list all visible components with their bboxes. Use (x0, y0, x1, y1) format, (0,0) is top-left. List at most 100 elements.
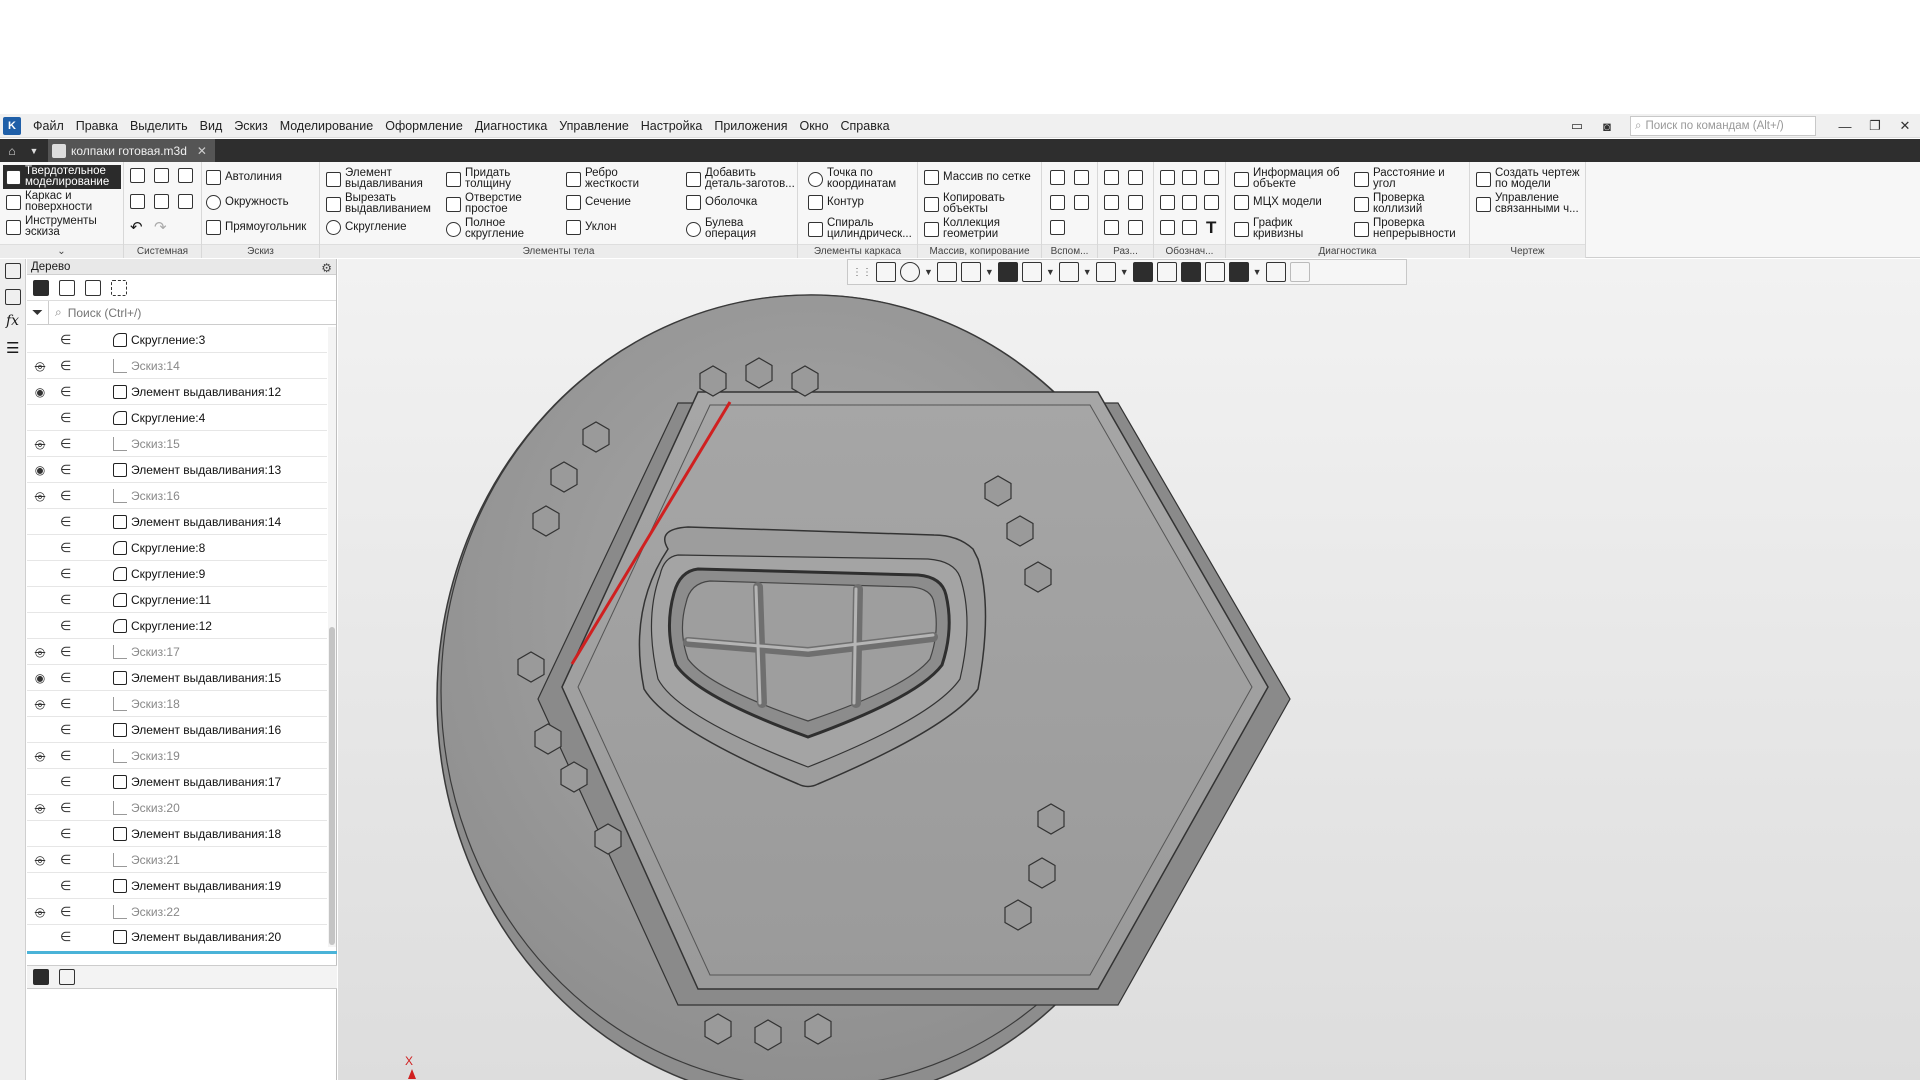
layers-panel-icon[interactable]: ☰ (6, 339, 19, 357)
menu-item[interactable]: Вид (194, 114, 229, 138)
save-all-icon[interactable] (178, 194, 193, 209)
tree-row[interactable]: ◉ ∈ Элемент выдавливания:12 (27, 379, 327, 405)
ribbon-expand-icon[interactable]: ⌄ (0, 244, 123, 258)
point-by-coords-button[interactable]: Точка по координатам (808, 167, 896, 190)
diameter-size-icon[interactable] (1128, 170, 1143, 185)
roughness-icon[interactable] (1204, 170, 1219, 185)
tree-row[interactable]: ◎ ∈ Эскиз:17 (27, 639, 327, 665)
restore-button[interactable]: ❐ (1860, 114, 1890, 138)
shell-button[interactable]: Оболочка (686, 195, 757, 210)
manage-linked-button[interactable]: Управление связанными ч... (1476, 192, 1579, 215)
menu-item[interactable]: Приложения (708, 114, 793, 138)
tree-row[interactable]: ∈ Скругление:12 (27, 613, 327, 639)
tree-row[interactable]: ∈ Скругление:3 (27, 327, 327, 353)
close-window-button[interactable]: ✕ (1890, 114, 1920, 138)
menu-item[interactable]: Оформление (379, 114, 469, 138)
copy-objects-button[interactable]: Копировать объекты (924, 192, 1005, 215)
plane-icon[interactable] (1050, 170, 1065, 185)
rib-button[interactable]: Ребро жесткости (566, 167, 639, 190)
menu-item[interactable]: Управление (553, 114, 635, 138)
layout-icon[interactable]: ▭ (1562, 114, 1592, 138)
menu-item[interactable]: Файл (27, 114, 70, 138)
mode-solid-modeling[interactable]: Твердотельное моделирование (3, 165, 121, 189)
eye-hidden-icon[interactable]: ◎ (32, 905, 48, 919)
grid-array-button[interactable]: Массив по сетке (924, 170, 1031, 185)
menu-item[interactable]: Справка (835, 114, 896, 138)
eye-icon[interactable]: ◉ (32, 385, 48, 399)
continuity-check-button[interactable]: Проверка непрерывности (1354, 217, 1456, 240)
eye-hidden-icon[interactable]: ◎ (32, 359, 48, 373)
eye-hidden-icon[interactable]: ◎ (32, 697, 48, 711)
tree-row[interactable]: ◎ ∈ Эскиз:22 (27, 899, 327, 925)
mode-sketch-tools[interactable]: Инструменты эскиза (3, 215, 121, 239)
simple-hole-button[interactable]: Отверстие простое (446, 192, 522, 215)
tree-scrollbar[interactable] (328, 327, 336, 947)
redo-icon[interactable]: ↷ (154, 218, 167, 236)
draft-button[interactable]: Уклон (566, 220, 617, 235)
tree-panel-icon[interactable] (5, 263, 21, 279)
minimize-button[interactable]: — (1830, 114, 1860, 138)
tree-row[interactable]: ∈ Элемент выдавливания:17 (27, 769, 327, 795)
menu-item[interactable]: Эскиз (228, 114, 273, 138)
contour-button[interactable]: Контур (808, 195, 864, 210)
tree-row[interactable]: ∈ Скругление:9 (27, 561, 327, 587)
eye-hidden-icon[interactable]: ◎ (32, 853, 48, 867)
section-button[interactable]: Сечение (566, 195, 631, 210)
tree-row[interactable]: ◎ ∈ Эскиз:16 (27, 483, 327, 509)
leader-icon[interactable] (1160, 170, 1175, 185)
extrude-button[interactable]: Элемент выдавливания (326, 167, 423, 190)
mark-icon[interactable] (1182, 195, 1197, 210)
tree-hierarchy-icon[interactable] (59, 279, 75, 296)
base-icon[interactable] (1182, 170, 1197, 185)
tree-scrollbar-thumb[interactable] (329, 627, 335, 945)
variables-panel-icon[interactable]: fx (6, 313, 19, 329)
3d-model[interactable] (338, 259, 1920, 1080)
distance-angle-button[interactable]: Расстояние и угол (1354, 167, 1445, 190)
tree-row[interactable]: ◎ ∈ Эскиз:21 (27, 847, 327, 873)
eye-hidden-icon[interactable]: ◎ (32, 437, 48, 451)
tree-row[interactable]: ∈ Скругление:8 (27, 535, 327, 561)
menu-item[interactable]: Выделить (124, 114, 194, 138)
eye-icon[interactable]: ◉ (32, 463, 48, 477)
tree-row[interactable]: ∈ Элемент выдавливания:20 (27, 925, 327, 947)
gear-icon[interactable]: ⚙ (321, 260, 332, 276)
boolean-button[interactable]: Булева операция (686, 217, 756, 240)
chain-size-icon[interactable] (1128, 220, 1143, 235)
menu-item[interactable]: Диагностика (469, 114, 553, 138)
open-file-icon[interactable] (154, 168, 169, 183)
offset-plane-icon[interactable] (1050, 195, 1065, 210)
thicken-button[interactable]: Придать толщину (446, 167, 511, 190)
tree-row[interactable]: ◎ ∈ Эскиз:19 (27, 743, 327, 769)
tree-row[interactable]: ∈ Скругление:11 (27, 587, 327, 613)
tree-row[interactable]: ◎ ∈ Эскиз:18 (27, 691, 327, 717)
tree-row[interactable]: ∈ Элемент выдавливания:14 (27, 509, 327, 535)
tree-row[interactable]: ◉ ∈ Элемент выдавливания:13 (27, 457, 327, 483)
circle-button[interactable]: Окружность (206, 195, 289, 210)
tree-select-icon[interactable] (111, 279, 127, 296)
angle-size-icon[interactable] (1128, 195, 1143, 210)
table-icon[interactable] (1160, 220, 1175, 235)
autoline-button[interactable]: Автолиния (206, 170, 282, 185)
list-view-icon[interactable] (59, 969, 75, 985)
properties-panel-icon[interactable] (5, 289, 21, 305)
mass-props-button[interactable]: МЦХ модели (1234, 195, 1322, 210)
tree-row[interactable]: ∈ Элемент выдавливания:16 (27, 717, 327, 743)
cut-extrude-button[interactable]: Вырезать выдавливанием (326, 192, 431, 215)
menu-item[interactable]: Окно (793, 114, 834, 138)
object-info-button[interactable]: Информация об объекте (1234, 167, 1340, 190)
home-icon[interactable]: ⌂ (0, 139, 24, 162)
helix-button[interactable]: Спираль цилиндрическ... (808, 217, 912, 240)
tree-row[interactable]: ◉ ∈ Элемент выдавливания:15 (27, 665, 327, 691)
eye-hidden-icon[interactable]: ◎ (32, 801, 48, 815)
close-tab-icon[interactable]: ✕ (197, 144, 207, 158)
add-blank-button[interactable]: Добавить деталь-заготов... (686, 167, 795, 190)
tree-row[interactable]: ∈ Элемент выдавливания:18 (27, 821, 327, 847)
angle-plane-icon[interactable] (1074, 195, 1089, 210)
document-tab[interactable]: колпаки готовая.m3d ✕ (48, 139, 215, 162)
tab-dropdown-icon[interactable]: ▼ (24, 139, 44, 162)
tolerance-icon[interactable] (1160, 195, 1175, 210)
eye-icon[interactable]: ◉ (32, 671, 48, 685)
position-icon[interactable] (1204, 195, 1219, 210)
mode-frame-surfaces[interactable]: Каркас и поверхности (3, 190, 121, 214)
tree-row[interactable]: ◎ ∈ Эскиз:14 (27, 353, 327, 379)
